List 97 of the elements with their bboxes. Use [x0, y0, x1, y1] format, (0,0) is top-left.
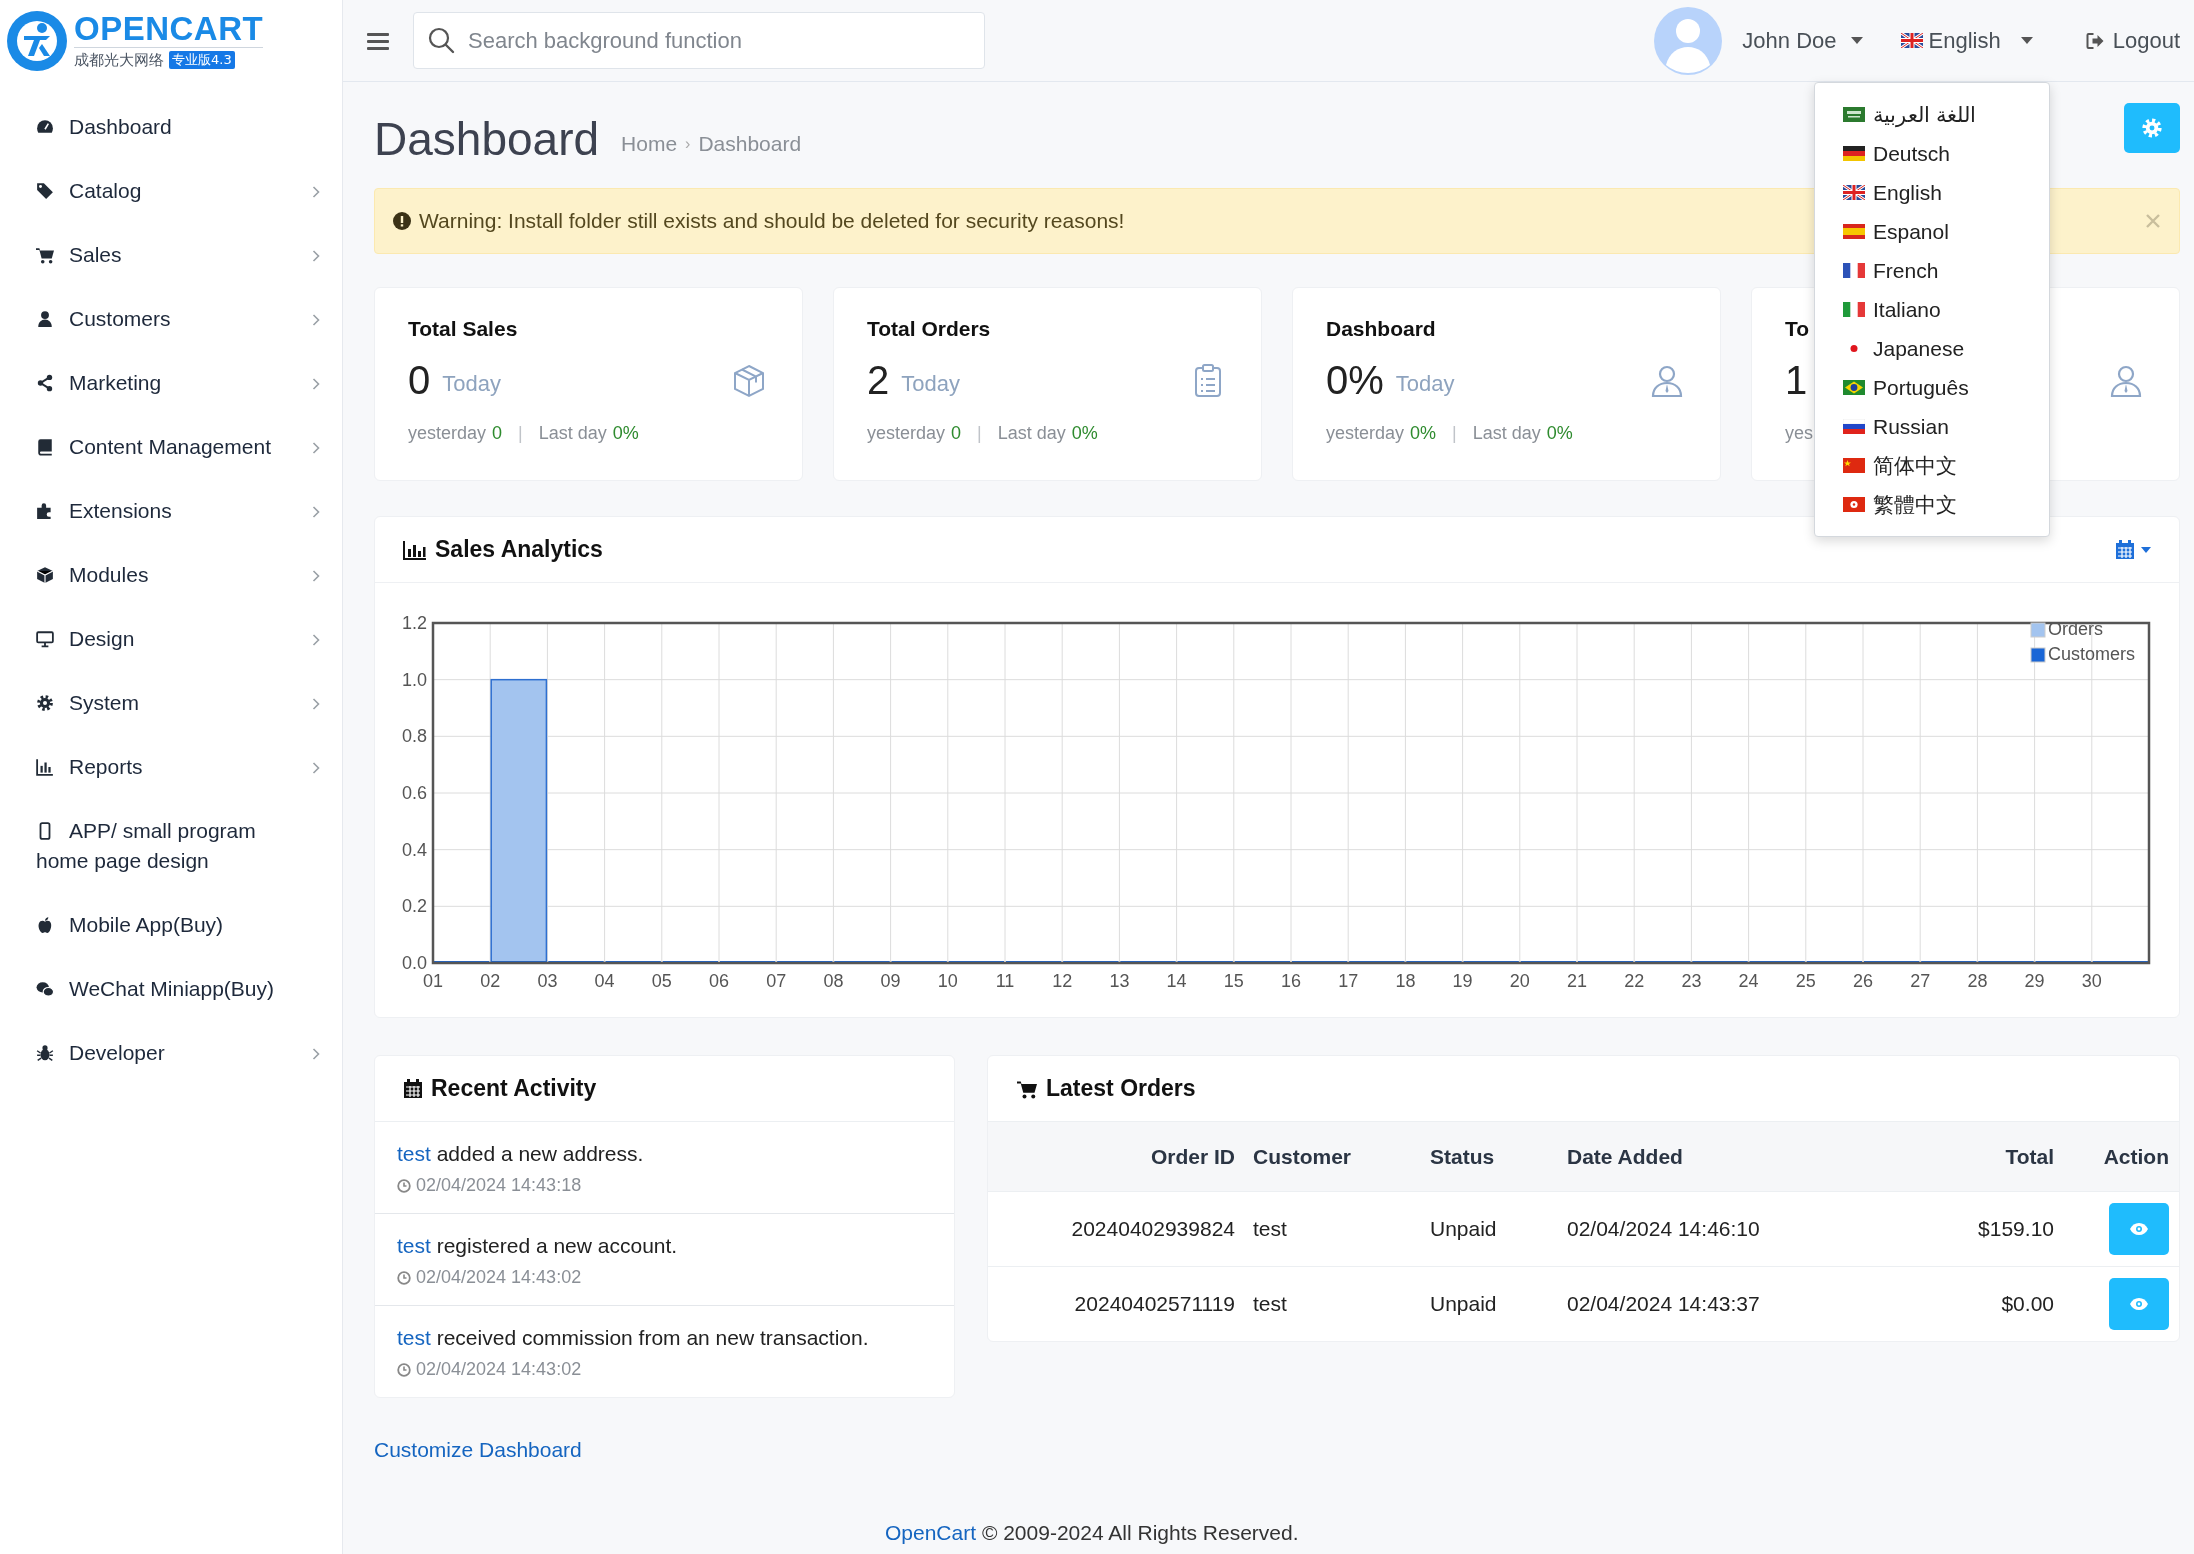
- footer-label: yesterday: [408, 422, 487, 445]
- panel-title: Sales Analytics: [435, 535, 603, 565]
- x-tick-label: 02: [480, 971, 501, 991]
- x-tick-label: 29: [2024, 971, 2045, 991]
- activity-text: test added a new address.: [397, 1141, 645, 1167]
- table-cell: Unpaid: [1430, 1191, 1567, 1266]
- y-tick-label: 1.0: [401, 669, 427, 690]
- card-value: 0%: [1326, 358, 1384, 402]
- footer-label: Last day: [538, 422, 607, 445]
- column-header: Total: [1916, 1122, 2054, 1191]
- x-tick-label: 30: [2081, 971, 2102, 991]
- separator: |: [1452, 422, 1457, 445]
- table-cell: 20240402571119: [988, 1266, 1253, 1341]
- x-tick-label: 16: [1281, 971, 1301, 991]
- footer-value: 0%: [1546, 422, 1573, 445]
- x-tick-label: 28: [1967, 971, 1988, 991]
- y-tick-label: 0.8: [401, 726, 427, 747]
- x-tick-label: 24: [1738, 971, 1759, 991]
- footer-label: Last day: [997, 422, 1066, 445]
- y-tick-label: 1.2: [401, 613, 427, 633]
- column-header: Action: [2054, 1122, 2179, 1191]
- x-tick-label: 08: [823, 971, 844, 991]
- x-tick-label: 06: [709, 971, 729, 991]
- activity-text: test registered a new account.: [397, 1233, 679, 1259]
- footer-value: 0%: [1071, 422, 1098, 445]
- footer-value: 0: [492, 422, 503, 445]
- footer-label: yes: [1785, 422, 1813, 445]
- x-tick-label: 20: [1509, 971, 1530, 991]
- x-tick-label: 23: [1681, 971, 1702, 991]
- table-cell: 20240402939824: [988, 1191, 1253, 1266]
- footer-label: Last day: [1472, 422, 1541, 445]
- card-value: 1: [1785, 358, 1808, 402]
- card-title: Dashboard: [1326, 316, 1437, 342]
- table-cell: $0.00: [1916, 1266, 2054, 1341]
- column-header: Order ID: [988, 1122, 1253, 1191]
- version-badge: 专业版4.3: [169, 51, 235, 69]
- table-cell: 02/04/2024 14:43:37: [1567, 1266, 1917, 1341]
- legend-label: Customers: [2048, 644, 2136, 664]
- x-tick-label: 03: [537, 971, 558, 991]
- table-cell: Unpaid: [1430, 1266, 1567, 1341]
- footer-label: yesterday: [867, 422, 946, 445]
- x-tick-label: 09: [880, 971, 901, 991]
- card-title: To: [1785, 316, 1811, 342]
- x-tick-label: 21: [1567, 971, 1587, 991]
- card-value: 0: [408, 358, 431, 402]
- x-tick-label: 26: [1853, 971, 1873, 991]
- panel-title: Recent Activity: [431, 1074, 597, 1104]
- x-tick-label: 25: [1795, 971, 1816, 991]
- x-tick-label: 07: [766, 971, 787, 991]
- x-tick-label: 10: [937, 971, 958, 991]
- card-period: Today: [442, 370, 501, 398]
- x-tick-label: 27: [1910, 971, 1931, 991]
- logo-subtitle: 成都光大网络: [74, 49, 164, 71]
- footer-value: 0%: [612, 422, 639, 445]
- logo-title: OPENCART: [74, 10, 264, 47]
- table-cell: 02/04/2024 14:46:10: [1567, 1191, 1917, 1266]
- card-period: Today: [901, 370, 960, 398]
- x-tick-label: 19: [1452, 971, 1473, 991]
- x-tick-label: 04: [594, 971, 615, 991]
- x-tick-label: 11: [995, 971, 1015, 991]
- x-tick-label: 18: [1395, 971, 1416, 991]
- table-cell: test: [1253, 1266, 1430, 1341]
- card-title: Total Orders: [867, 316, 992, 342]
- separator: |: [977, 422, 982, 445]
- activity-time: 02/04/2024 14:43:18: [416, 1174, 582, 1197]
- activity-time: 02/04/2024 14:43:02: [416, 1358, 582, 1381]
- x-tick-label: 01: [423, 971, 443, 991]
- y-tick-label: 0.4: [401, 839, 427, 860]
- card-period: Today: [1395, 370, 1455, 398]
- activity-text: test received commission from an new transaction.: [397, 1325, 870, 1351]
- page-title: Dashboard: [374, 111, 600, 167]
- card-title: Total Sales: [408, 316, 519, 342]
- activity-time: 02/04/2024 14:43:02: [416, 1266, 582, 1289]
- x-tick-label: 13: [1109, 971, 1130, 991]
- x-tick-label: 22: [1624, 971, 1645, 991]
- card-value: 2: [867, 358, 890, 402]
- column-header: Status: [1430, 1122, 1567, 1191]
- table-cell: test: [1253, 1191, 1430, 1266]
- footer-label: yesterday: [1326, 422, 1405, 445]
- footer-value: 0: [951, 422, 962, 445]
- column-header: Customer: [1253, 1122, 1430, 1191]
- footer-text: OpenCart © 2009-2024 All Rights Reserved.: [885, 1519, 1300, 1546]
- y-tick-label: 0.0: [401, 953, 427, 973]
- x-tick-label: 12: [1052, 971, 1073, 991]
- separator: |: [518, 422, 523, 445]
- footer-value: 0%: [1410, 422, 1437, 445]
- x-tick-label: 15: [1223, 971, 1244, 991]
- table-cell: $159.10: [1916, 1191, 2054, 1266]
- breadcrumb-separator: ›: [685, 134, 691, 154]
- y-tick-label: 0.6: [401, 783, 427, 803]
- column-header: Date Added: [1567, 1122, 1917, 1191]
- warning-text: Warning: Install folder still exists and should be deleted for security reasons!: [419, 208, 1125, 235]
- y-tick-label: 0.2: [401, 896, 427, 917]
- x-tick-label: 05: [651, 971, 672, 991]
- x-tick-label: 14: [1166, 971, 1187, 991]
- x-tick-label: 17: [1338, 971, 1359, 991]
- panel-title: Latest Orders: [1046, 1074, 1196, 1104]
